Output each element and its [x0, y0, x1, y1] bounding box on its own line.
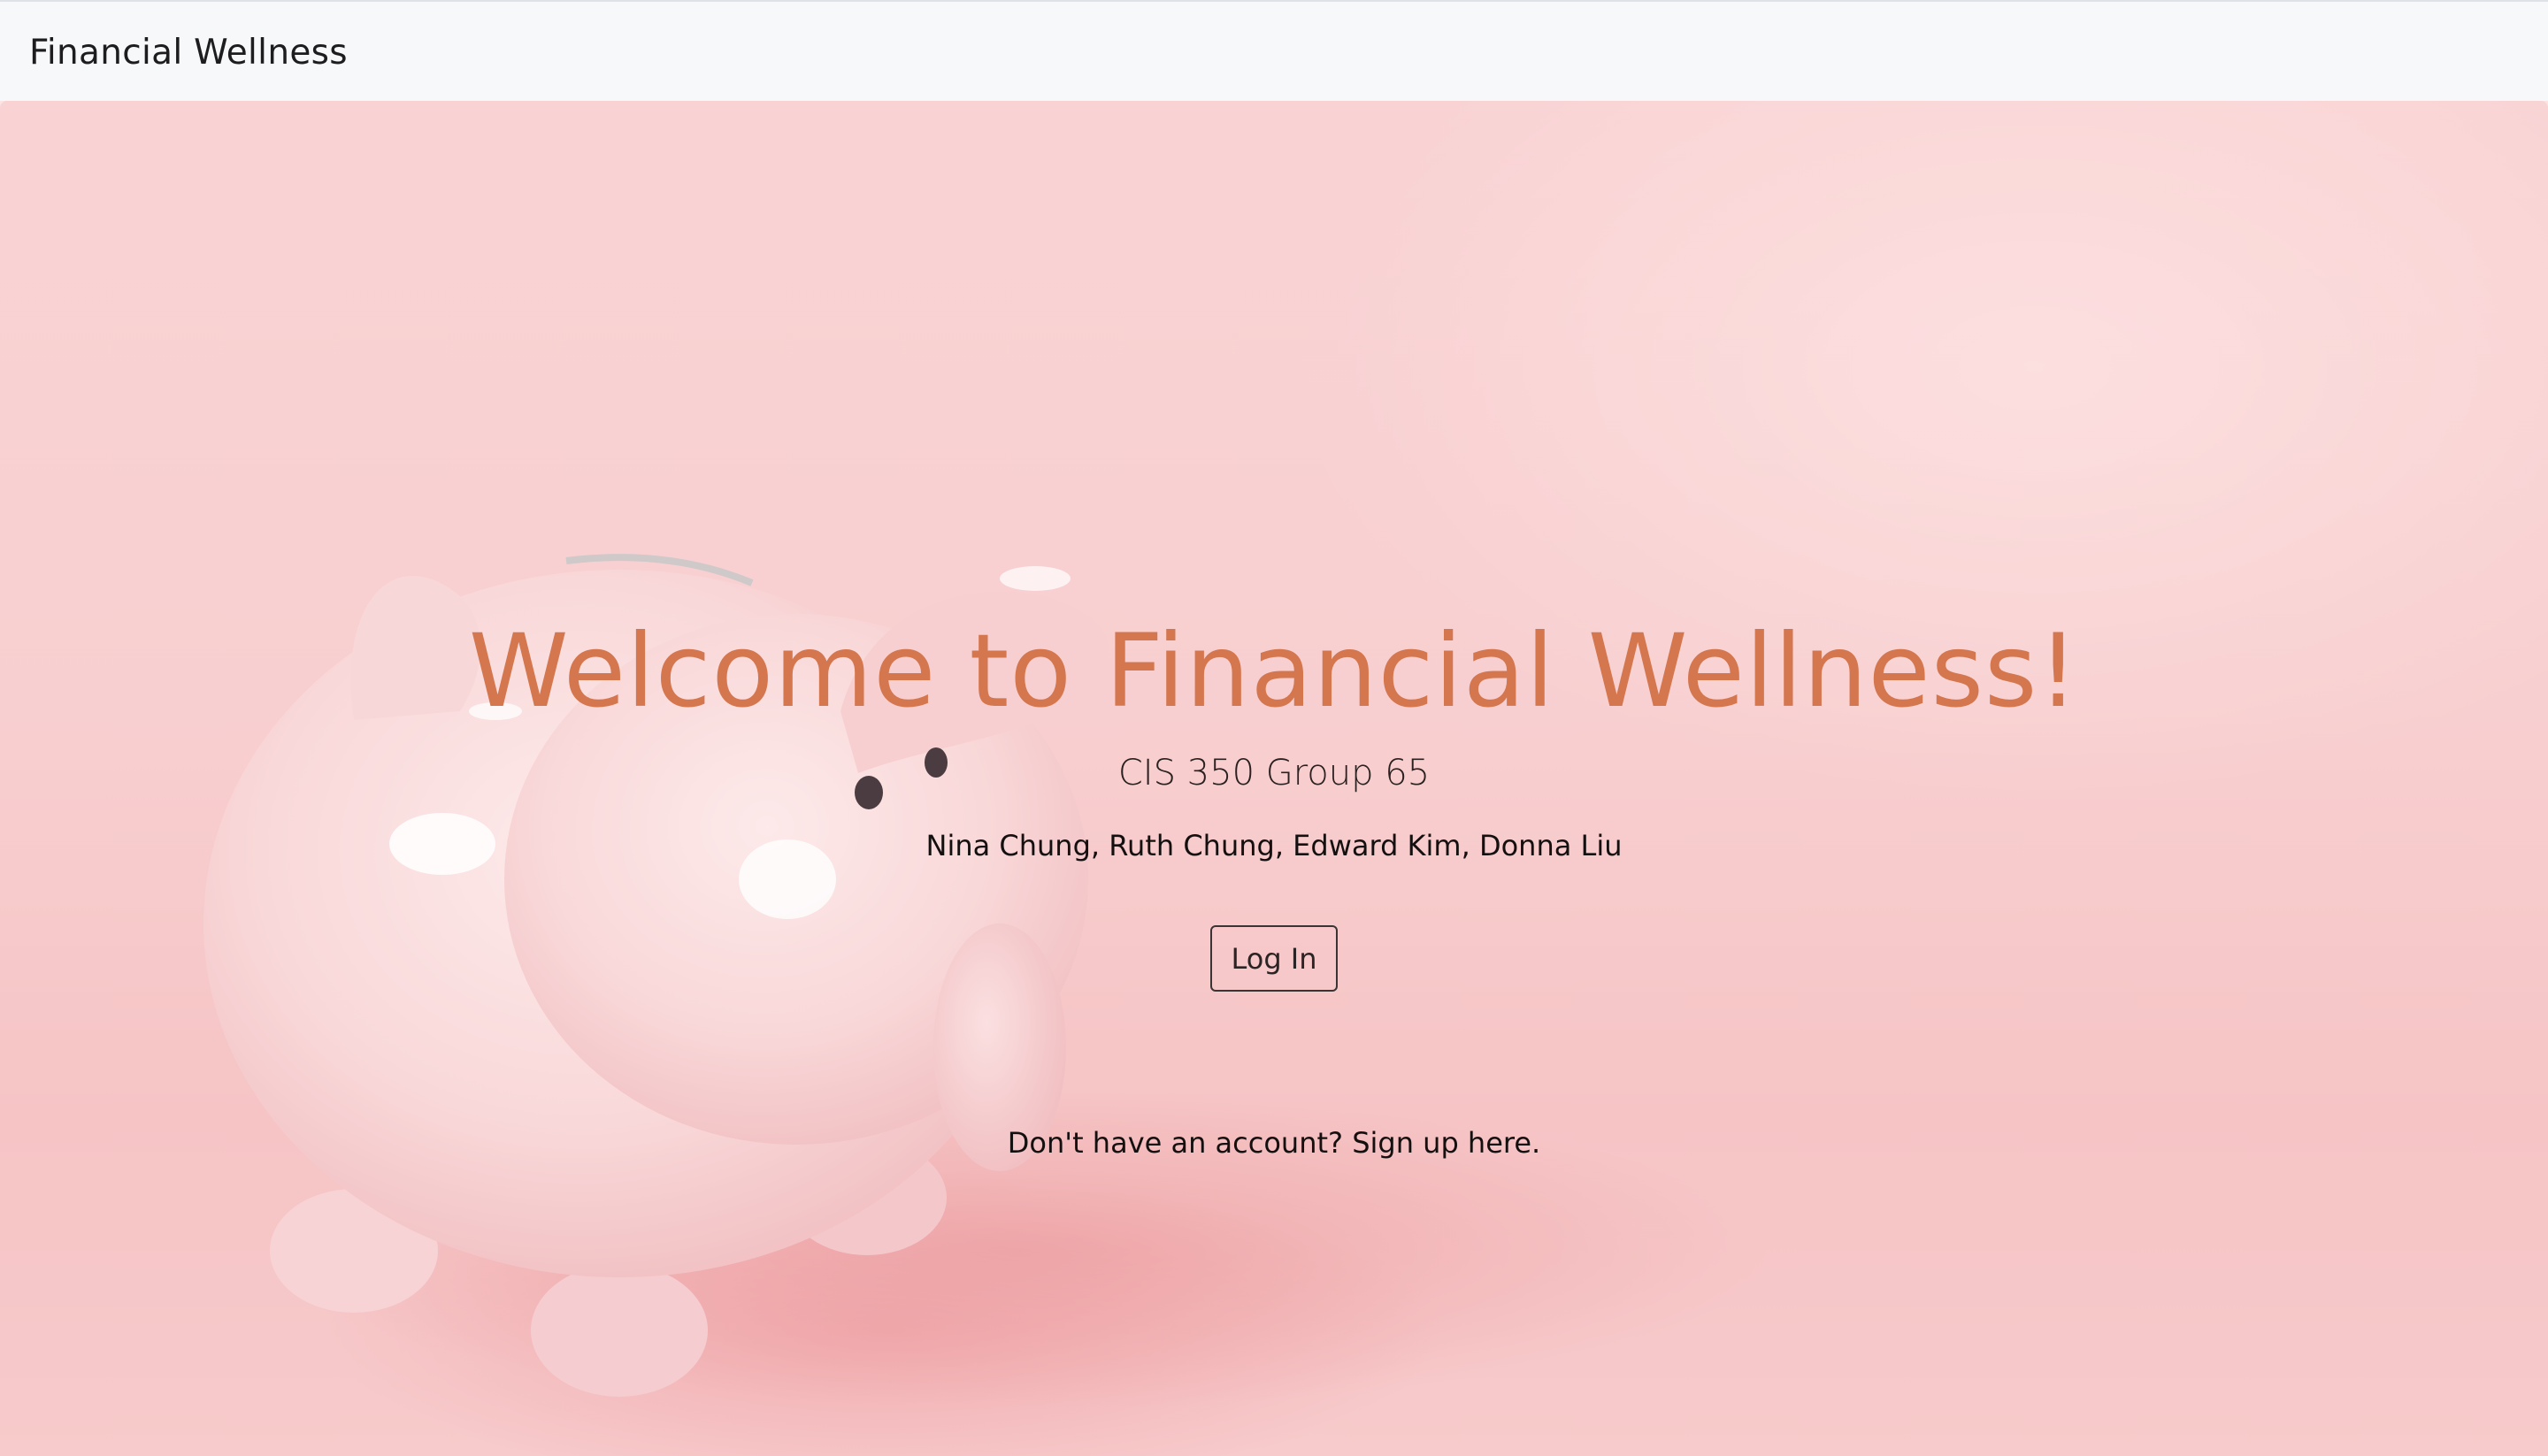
signup-link[interactable]: Sign up here.: [1352, 1126, 1540, 1160]
navbar-brand-link[interactable]: Financial Wellness: [29, 32, 348, 74]
signup-question: Don't have an account?: [1007, 1126, 1344, 1160]
group-subtitle: CIS 350 Group 65: [1117, 753, 1431, 793]
hero-section: Welcome to Financial Wellness! CIS 350 G…: [0, 101, 2548, 1456]
signup-prompt: Don't have an account? Sign up here.: [0, 1125, 2548, 1161]
top-navbar: Financial Wellness: [0, 0, 2548, 101]
team-members: Nina Chung, Ruth Chung, Edward Kim, Donn…: [925, 829, 1623, 862]
welcome-headline: Welcome to Financial Wellness!: [468, 612, 2080, 730]
login-button[interactable]: Log In: [1210, 925, 1338, 992]
